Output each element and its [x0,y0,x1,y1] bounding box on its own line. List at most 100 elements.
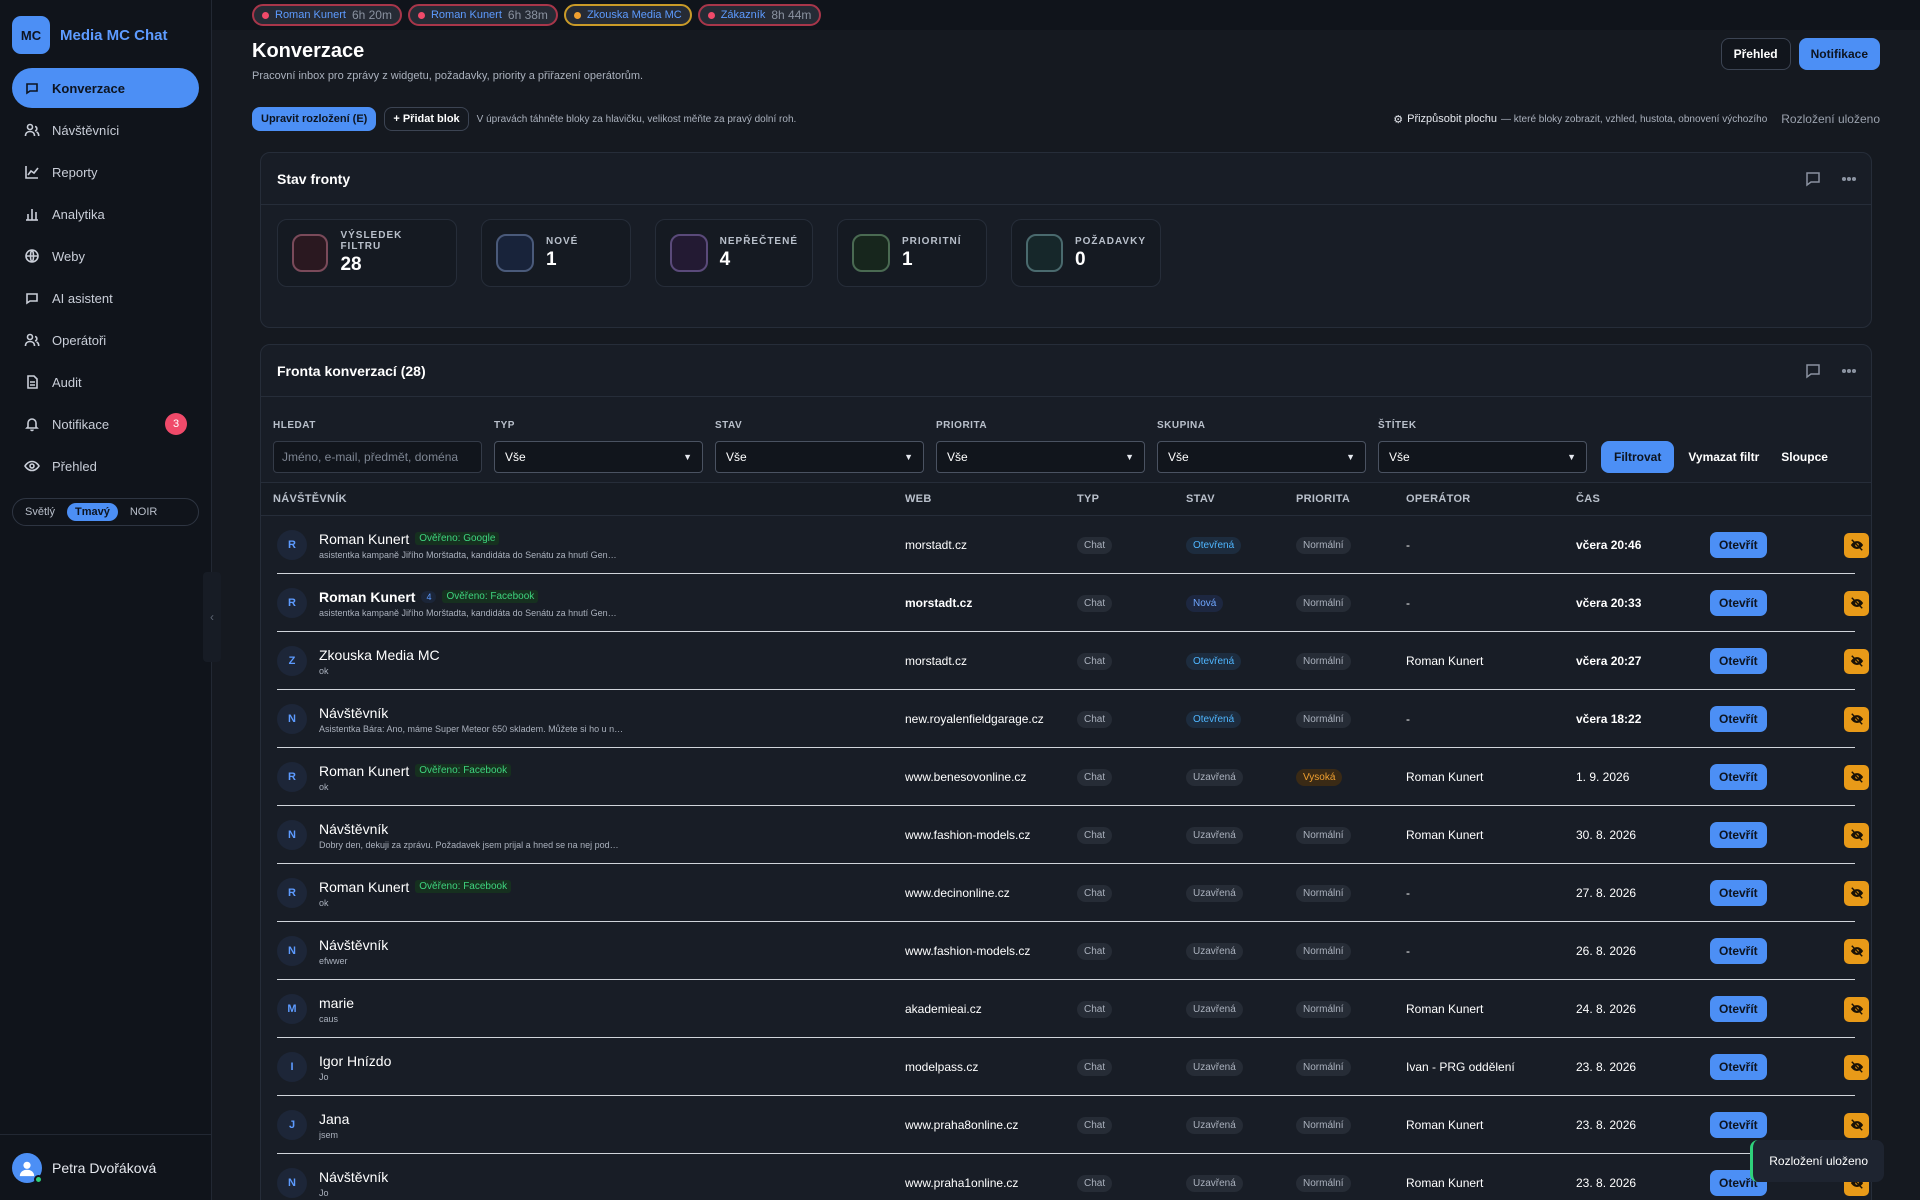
hide-conversation-button[interactable] [1844,706,1869,732]
edit-layout-button[interactable]: Upravit rozložení (E) [252,107,377,131]
table-row[interactable]: R Roman Kunert 4 Ověřeno: Facebook asistentk… [277,574,1869,632]
website[interactable]: new.royalenfieldgarage.cz [905,712,1044,726]
sidebar-item-přehled[interactable]: Přehled [12,446,199,486]
website[interactable]: morstadt.cz [905,596,972,610]
website[interactable]: www.praha8online.cz [905,1118,1018,1132]
sidebar-item-operátoři[interactable]: Operátoři [12,320,199,360]
website[interactable]: www.fashion-models.cz [905,828,1030,842]
visitor-name[interactable]: Roman Kunert [319,531,409,547]
filter-select-štítek[interactable]: Vše ▼ [1378,441,1587,473]
open-conversation-tab[interactable]: Zkouska Media MC [563,4,692,26]
filter-select-stav[interactable]: Vše ▼ [715,441,924,473]
visitor-name[interactable]: Roman Kunert [319,879,409,895]
notifications-button[interactable]: Notifikace [1798,38,1880,70]
search-input[interactable]: Jméno, e-mail, předmět, doména [273,441,482,473]
filter-button[interactable]: Filtrovat [1601,441,1675,473]
table-row[interactable]: Z Zkouska Media MC ok morstadt.cz Chat Otevře… [277,632,1869,690]
visitor-name[interactable]: Roman Kunert [319,589,415,605]
website[interactable]: www.praha1online.cz [905,1176,1018,1190]
table-row[interactable]: R Roman Kunert Ověřeno: Facebook ok www.deci… [277,864,1869,922]
open-conversation-button[interactable]: Otevřít [1710,822,1767,848]
hide-conversation-button[interactable] [1844,996,1869,1022]
hide-conversation-button[interactable] [1844,938,1869,964]
column-header[interactable]: NÁVŠTĚVNÍK [273,493,347,505]
open-conversation-tab[interactable]: Roman Kunert 6h 20m [252,4,402,26]
table-row[interactable]: J Jana jsem www.praha8online.cz Chat Uzavřená… [277,1096,1869,1154]
website[interactable]: akademieai.cz [905,1002,982,1016]
sidebar-item-audit[interactable]: Audit [12,362,199,402]
visitor-name[interactable]: Návštěvník [319,821,388,837]
open-conversation-button[interactable]: Otevřít [1710,938,1767,964]
open-conversation-tab[interactable]: Zákazník 8h 44m [697,4,822,26]
table-row[interactable]: R Roman Kunert Ověřeno: Facebook ok www.bene… [277,748,1869,806]
hide-conversation-button[interactable] [1844,764,1869,790]
visitor-name[interactable]: Jana [319,1111,349,1127]
user-profile[interactable]: Petra Dvořáková [0,1134,211,1200]
column-header[interactable]: WEB [905,493,932,505]
visitor-name[interactable]: Roman Kunert [319,763,409,779]
open-conversation-button[interactable]: Otevřít [1710,648,1767,674]
column-header[interactable]: PRIORITA [1296,493,1350,505]
filter-select-typ[interactable]: Vše ▼ [494,441,703,473]
hide-conversation-button[interactable] [1844,1112,1869,1138]
website[interactable]: www.benesovonline.cz [905,770,1026,784]
brand[interactable]: MC Media MC Chat [0,0,211,66]
open-conversation-button[interactable]: Otevřít [1710,706,1767,732]
comment-icon[interactable] [1805,363,1821,379]
visitor-name[interactable]: Zkouska Media MC [319,647,440,663]
add-block-button[interactable]: + Přidat blok [384,107,469,131]
comment-icon[interactable] [1805,171,1821,187]
column-header[interactable]: OPERÁTOR [1406,493,1471,505]
open-conversation-button[interactable]: Otevřít [1710,1112,1767,1138]
visitor-name[interactable]: marie [319,995,354,1011]
table-row[interactable]: N Návštěvník Asistentka Bára: Ano, máme Su… [277,690,1869,748]
stat-card[interactable]: POŽADAVKY 0 [1011,219,1161,287]
theme-dark-option[interactable]: Tmavý [66,503,118,521]
stat-card[interactable]: NEPŘEČTENÉ 4 [655,219,813,287]
column-header[interactable]: TYP [1077,493,1099,505]
columns-button[interactable]: Sloupce [1773,441,1836,473]
open-conversation-button[interactable]: Otevřít [1710,764,1767,790]
column-header[interactable]: ČAS [1576,493,1600,505]
stat-card[interactable]: NOVÉ 1 [481,219,631,287]
table-row[interactable]: Mmarie caus akademieai.cz Chat Uzavřená Normá… [277,980,1869,1038]
hide-conversation-button[interactable] [1844,880,1869,906]
website[interactable]: morstadt.cz [905,538,967,552]
filter-select-priorita[interactable]: Vše ▼ [936,441,1145,473]
website[interactable]: morstadt.cz [905,654,967,668]
stat-card[interactable]: VÝSLEDEK FILTRU 28 [277,219,457,287]
hide-conversation-button[interactable] [1844,590,1869,616]
open-conversation-button[interactable]: Otevřít [1710,880,1767,906]
table-row[interactable]: N Návštěvník Dobry den, dekuji za zprávu. … [277,806,1869,864]
sidebar-item-reporty[interactable]: Reporty [12,152,199,192]
website[interactable]: modelpass.cz [905,1060,978,1074]
open-conversation-tab[interactable]: Roman Kunert 6h 38m [407,4,558,26]
table-row[interactable]: I Igor Hnízdo Jo modelpass.cz Chat Uzavřená No… [277,1038,1869,1096]
customize-workspace-link[interactable]: ⚙ Přizpůsobit plochu — které bloky zobra… [1393,113,1767,126]
theme-noir-option[interactable]: NOIR [122,503,166,521]
more-icon[interactable] [1841,363,1857,379]
hide-conversation-button[interactable] [1844,532,1869,558]
table-row[interactable]: N Návštěvník Jo www.praha1online.cz Chat Uzav… [277,1154,1869,1200]
theme-light-option[interactable]: Světlý [17,503,63,521]
column-header[interactable]: STAV [1186,493,1215,505]
sidebar-item-ai-asistent[interactable]: AI asistent [12,278,199,318]
sidebar-item-konverzace[interactable]: Konverzace [12,68,199,108]
hide-conversation-button[interactable] [1844,822,1869,848]
open-conversation-button[interactable]: Otevřít [1710,996,1767,1022]
website[interactable]: www.decinonline.cz [905,886,1010,900]
sidebar-item-návštěvníci[interactable]: Návštěvníci [12,110,199,150]
hide-conversation-button[interactable] [1844,648,1869,674]
website[interactable]: www.fashion-models.cz [905,944,1030,958]
sidebar-item-notifikace[interactable]: Notifikace 3 [12,404,199,444]
overview-button[interactable]: Přehled [1720,38,1791,70]
sidebar-item-weby[interactable]: Weby [12,236,199,276]
visitor-name[interactable]: Igor Hnízdo [319,1053,391,1069]
table-row[interactable]: R Roman Kunert Ověřeno: Google asistentka k… [277,516,1869,574]
filter-select-skupina[interactable]: Vše ▼ [1157,441,1366,473]
clear-filter-button[interactable]: Vymazat filtr [1680,441,1767,473]
stat-card[interactable]: PRIORITNÍ 1 [837,219,987,287]
open-conversation-button[interactable]: Otevřít [1710,532,1767,558]
more-icon[interactable] [1841,171,1857,187]
hide-conversation-button[interactable] [1844,1054,1869,1080]
